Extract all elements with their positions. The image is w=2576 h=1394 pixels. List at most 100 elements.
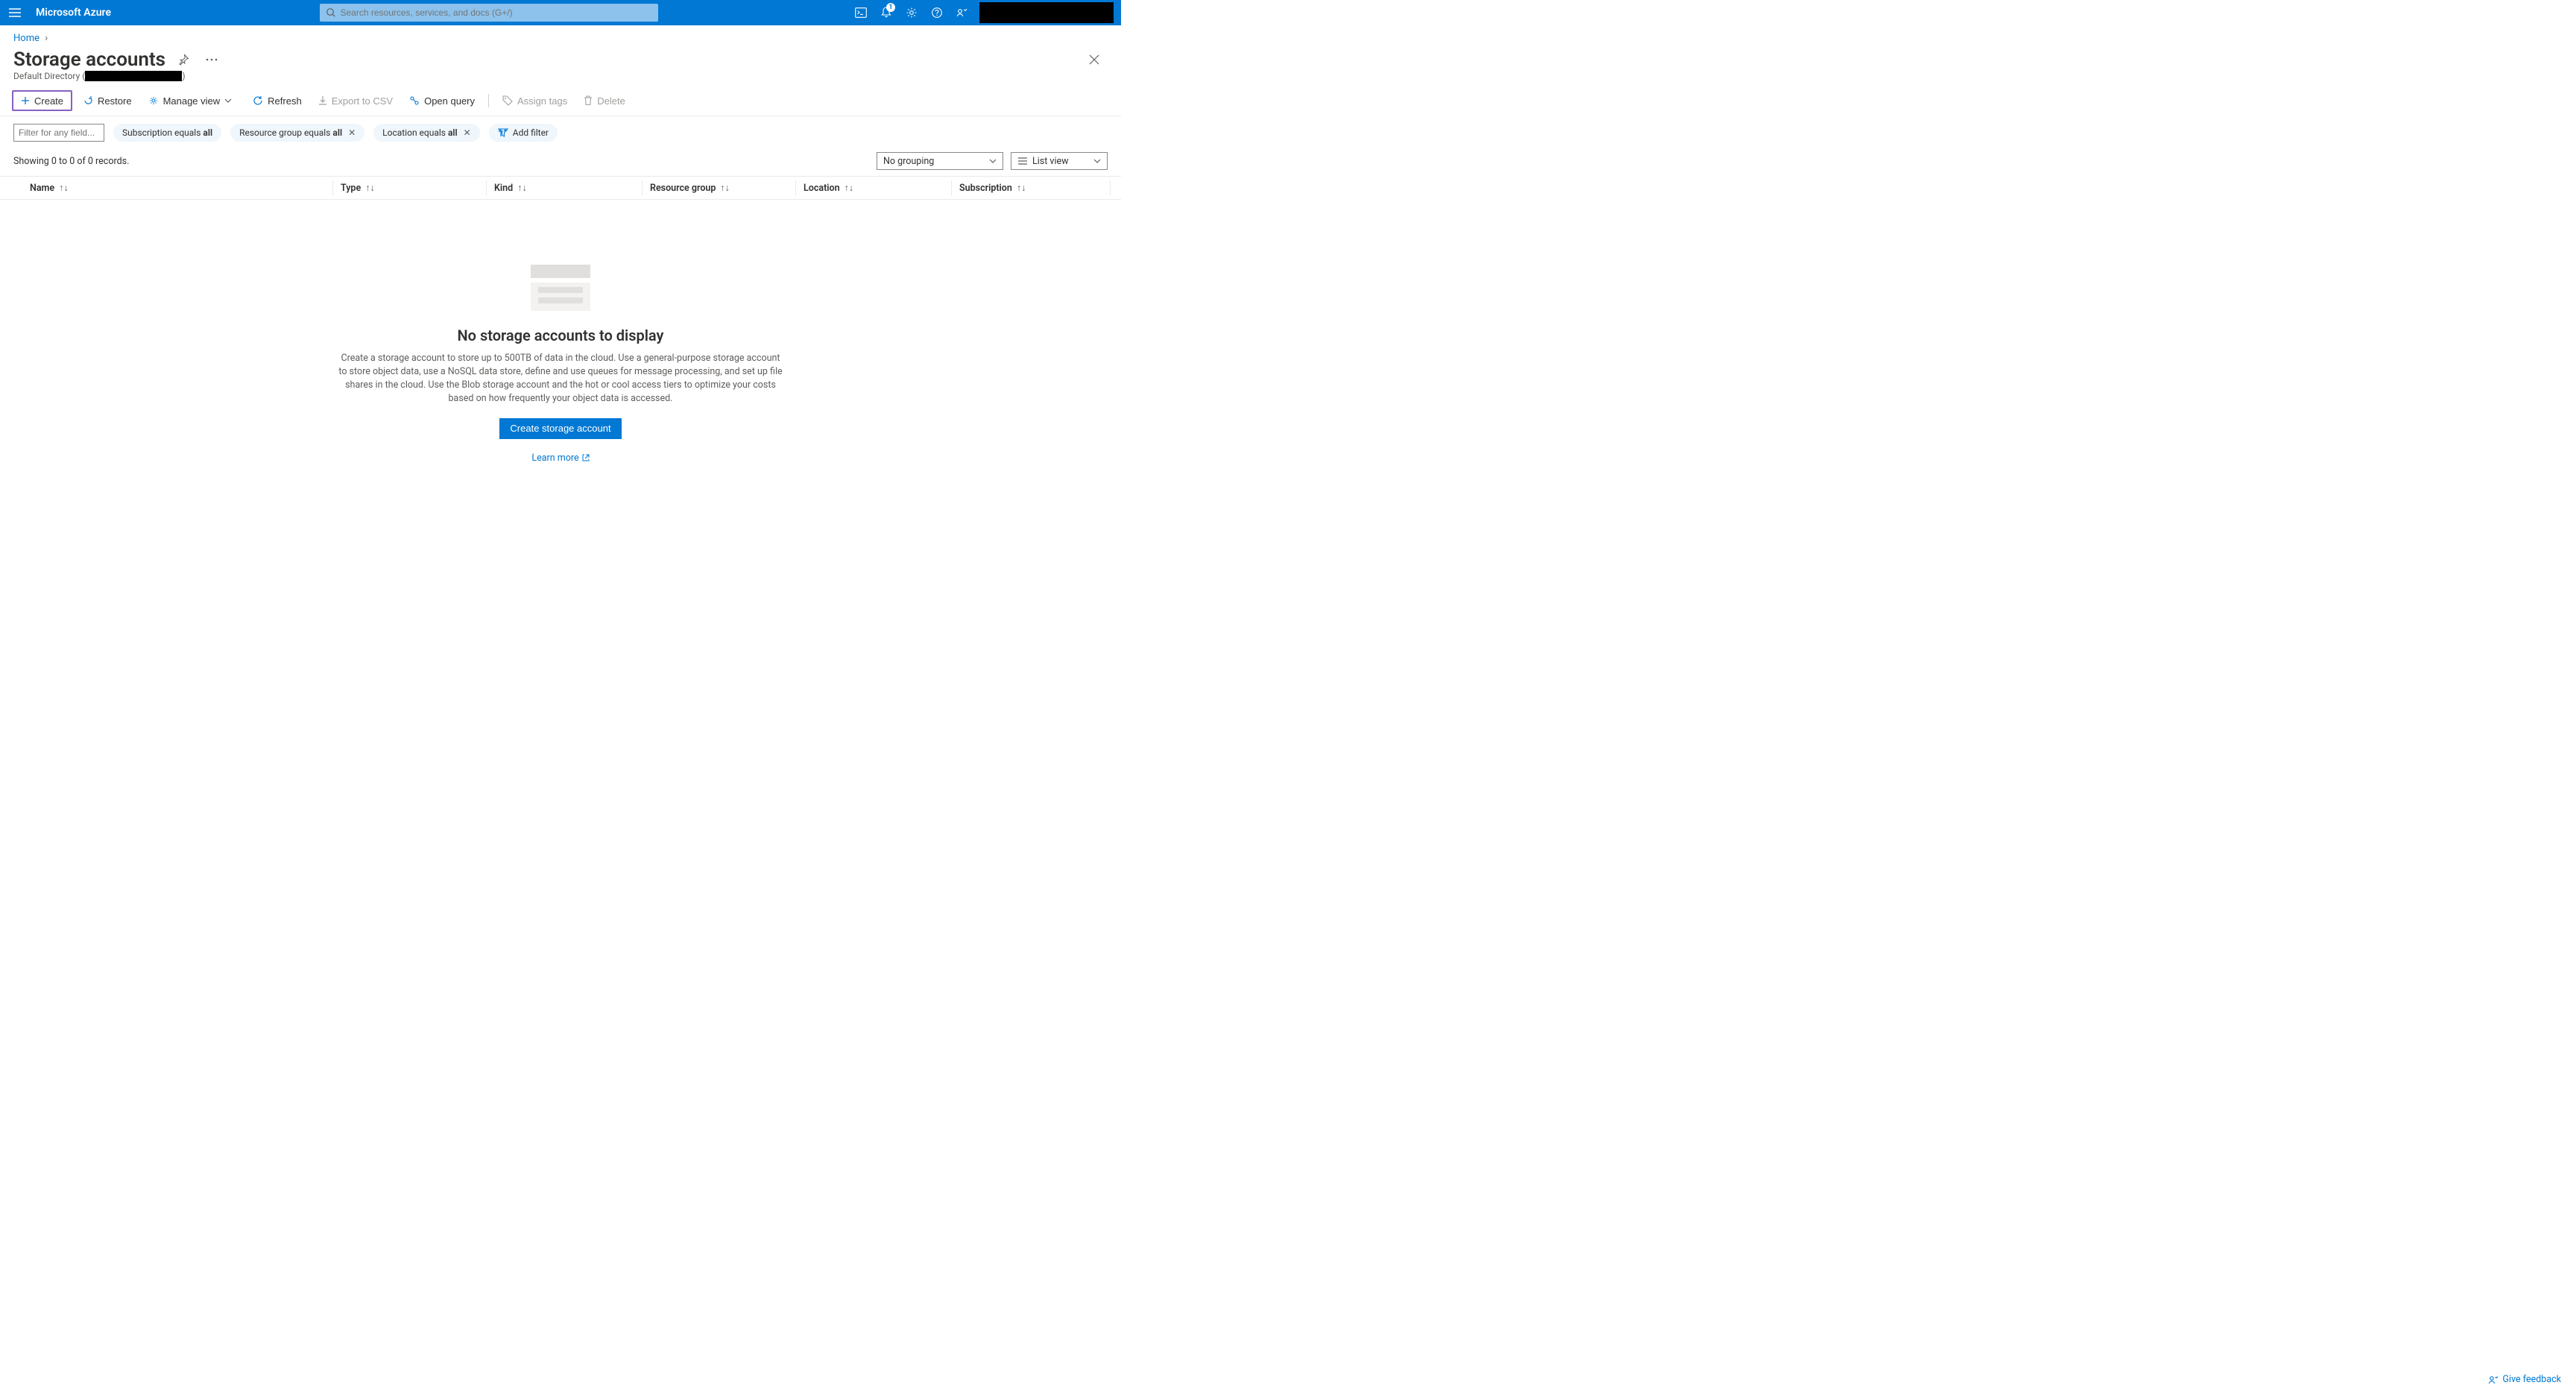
restore-button[interactable]: Restore (77, 90, 138, 111)
empty-state: No storage accounts to display Create a … (0, 200, 1121, 464)
top-icons: 1 (848, 0, 1121, 25)
filter-pill-subscription-prefix: Subscription equals (122, 127, 201, 138)
open-query-button[interactable]: Open query (403, 90, 481, 111)
help-button[interactable] (924, 0, 950, 25)
breadcrumb-home[interactable]: Home (13, 33, 40, 44)
page-title: Storage accounts (13, 48, 165, 71)
column-header-subscription[interactable]: Subscription↑↓ (952, 183, 1110, 194)
column-kind-label: Kind (494, 183, 513, 194)
cloud-shell-button[interactable] (848, 0, 874, 25)
manage-view-button[interactable]: Manage view (142, 90, 243, 111)
hamburger-icon (9, 8, 21, 17)
column-header-type[interactable]: Type ↑↓ (333, 183, 486, 194)
view-dropdown[interactable]: List view (1011, 152, 1108, 170)
chevron-right-icon: › (45, 33, 48, 44)
refresh-button[interactable]: Refresh (247, 90, 308, 111)
sort-icon: ↑↓ (720, 183, 730, 194)
feedback-button[interactable] (950, 0, 975, 25)
more-button[interactable] (201, 49, 222, 70)
feedback-icon (2488, 1375, 2498, 1385)
summary-row: Showing 0 to 0 of 0 records. No grouping… (0, 149, 1121, 176)
view-value: List view (1032, 156, 1069, 167)
restore-label: Restore (98, 95, 132, 107)
plus-icon (21, 96, 30, 105)
filter-pill-subscription[interactable]: Subscription equals all (113, 124, 221, 142)
search-icon (326, 7, 336, 18)
empty-heading: No storage accounts to display (458, 327, 664, 344)
record-summary: Showing 0 to 0 of 0 records. (13, 156, 129, 167)
breadcrumb: Home › (0, 25, 1121, 47)
settings-button[interactable] (899, 0, 924, 25)
filter-pill-loc-value: all (448, 127, 458, 138)
hamburger-menu[interactable] (0, 0, 30, 25)
column-name-label: Name (30, 183, 54, 194)
command-bar: Create Restore Manage view Refresh Expor… (0, 86, 1121, 116)
gear-icon (906, 7, 918, 19)
close-blade-button[interactable] (1084, 49, 1105, 70)
sort-icon: ↑↓ (845, 183, 854, 194)
notification-badge: 1 (886, 3, 895, 12)
delete-button[interactable]: Delete (578, 90, 631, 111)
open-query-label: Open query (424, 95, 475, 107)
grouping-dropdown[interactable]: No grouping (877, 152, 1003, 170)
filter-pill-rg-value: all (332, 127, 342, 138)
sort-icon: ↑↓ (365, 183, 375, 194)
top-bar: Microsoft Azure 1 (0, 0, 1121, 25)
column-header-name[interactable]: Name↑↓ (30, 183, 332, 194)
grouping-value: No grouping (883, 156, 934, 167)
filter-pill-subscription-value: all (203, 127, 212, 138)
close-icon (1089, 54, 1099, 65)
delete-label: Delete (597, 95, 625, 107)
filter-pill-resource-group[interactable]: Resource group equals all ✕ (230, 124, 364, 142)
chevron-down-icon (989, 159, 997, 163)
brand-label[interactable]: Microsoft Azure (30, 7, 129, 19)
subtitle-suffix: ) (182, 71, 185, 81)
filter-any-field-input[interactable] (13, 124, 104, 142)
filter-pill-loc-prefix: Location equals (382, 127, 446, 138)
learn-more-link[interactable]: Learn more (531, 452, 589, 464)
pin-icon (177, 54, 189, 66)
ellipsis-icon (206, 58, 218, 61)
toolbar-separator (488, 94, 489, 107)
manage-view-label: Manage view (163, 95, 221, 107)
sort-icon: ↑↓ (1017, 183, 1026, 194)
global-search-input[interactable] (341, 7, 652, 18)
filter-icon (498, 128, 508, 137)
column-header-kind[interactable]: Kind↑↓ (487, 183, 642, 194)
create-storage-account-button[interactable]: Create storage account (499, 418, 621, 439)
column-loc-label: Location (804, 183, 840, 194)
external-link-icon (582, 454, 590, 461)
export-csv-label: Export to CSV (332, 95, 393, 107)
account-block[interactable] (979, 2, 1114, 23)
add-filter-button[interactable]: Add filter (489, 124, 558, 142)
give-feedback-label: Give feedback (2503, 1374, 2561, 1385)
list-icon (1017, 157, 1028, 165)
add-filter-label: Add filter (513, 127, 549, 138)
filter-pill-location[interactable]: Location equals all ✕ (373, 124, 480, 142)
cloud-shell-icon (855, 7, 867, 18)
notifications-button[interactable]: 1 (874, 0, 899, 25)
query-icon (409, 95, 420, 106)
column-header-location[interactable]: Location ↑↓ (796, 183, 951, 194)
export-csv-button[interactable]: Export to CSV (312, 90, 399, 111)
subtitle-prefix: Default Directory ( (13, 71, 85, 81)
column-type-label: Type (341, 183, 361, 194)
chevron-down-icon (224, 98, 232, 103)
give-feedback-link[interactable]: Give feedback (2488, 1374, 2561, 1385)
pin-button[interactable] (173, 49, 194, 70)
create-button[interactable]: Create (12, 90, 72, 111)
assign-tags-label: Assign tags (517, 95, 567, 107)
column-rg-label: Resource group (650, 183, 716, 194)
restore-icon (83, 95, 93, 106)
filter-pill-rg-prefix: Resource group equals (239, 127, 330, 138)
close-icon[interactable]: ✕ (464, 127, 471, 138)
column-header-resource-group[interactable]: Resource group ↑↓ (643, 183, 795, 194)
page-subtitle: Default Directory ( ) (0, 71, 1121, 86)
global-search[interactable] (320, 4, 658, 22)
assign-tags-button[interactable]: Assign tags (496, 90, 573, 111)
manage-view-icon (148, 95, 159, 106)
refresh-label: Refresh (268, 95, 302, 107)
empty-illustration (531, 262, 590, 313)
refresh-icon (253, 95, 263, 106)
close-icon[interactable]: ✕ (348, 127, 356, 138)
